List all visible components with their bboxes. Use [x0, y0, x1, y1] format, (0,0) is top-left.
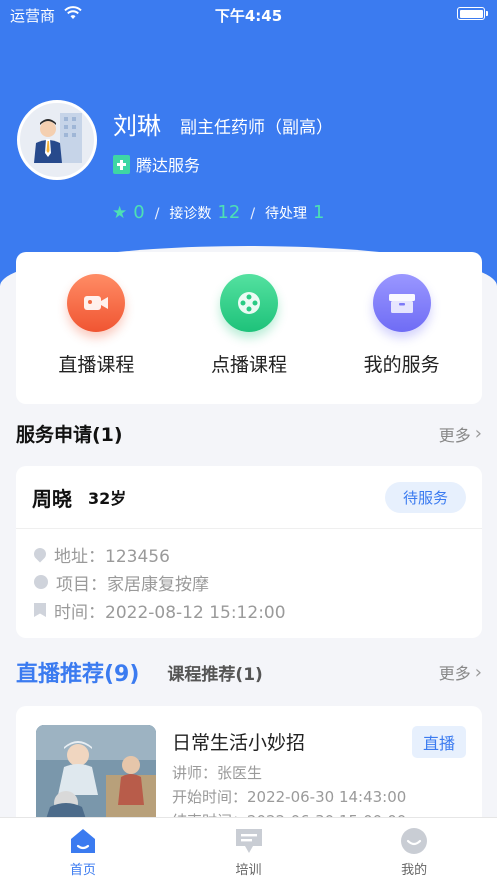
star-icon: ★ — [112, 203, 128, 223]
status-bar: 运营商 下午4:45 — [0, 0, 497, 28]
service-address-row: 地址：123456 — [16, 540, 482, 568]
quick-action-label: 直播课程 — [58, 354, 135, 376]
tab-label: 我的 — [401, 863, 428, 878]
quick-action-vod-course[interactable]: 点播课程 — [174, 252, 324, 404]
service-item-row: 项目：家居康复按摩 — [16, 568, 482, 596]
doctor-title: 副主任药师（副高） — [180, 118, 333, 138]
course-lecturer: 讲师：张医生 — [172, 764, 263, 782]
tab-course-recommend[interactable]: 课程推荐(1) — [167, 660, 262, 685]
service-item: 项目：家居康复按摩 — [56, 574, 209, 595]
tab-label: 培训 — [235, 863, 262, 878]
quick-action-label: 点播课程 — [210, 354, 287, 376]
clock-icon — [34, 575, 48, 589]
patient-name: 周晓 — [32, 486, 72, 511]
organization-name: 腾达服务 — [136, 156, 201, 175]
more-label: 更多 — [438, 425, 471, 445]
status-badge: 待服务 — [384, 482, 466, 513]
profile-face-icon — [401, 828, 428, 854]
medical-org-icon — [113, 154, 130, 174]
service-request-card[interactable]: 周晓 32岁 待服务 地址：123456 项目：家居康复按摩 时间：2022-0… — [16, 466, 482, 638]
visits-label: 接诊数 — [169, 206, 212, 222]
live-badge: 直播 — [411, 726, 466, 758]
service-section-header: 服务申请(1) 更多 › — [16, 420, 482, 447]
tab-home[interactable]: 首页 — [0, 818, 166, 883]
bottom-tab-bar: 首页 培训 我的 — [0, 817, 497, 883]
training-icon — [235, 829, 262, 853]
battery-icon — [457, 7, 488, 20]
service-section-title: 服务申请(1) — [16, 424, 123, 446]
profile-stats: ★ 0 / 接诊数 12 / 待处理 1 — [112, 202, 325, 223]
service-box-icon — [372, 274, 431, 332]
tab-mine[interactable]: 我的 — [331, 818, 497, 883]
avatar[interactable] — [17, 100, 97, 180]
service-address: 地址：123456 — [54, 546, 170, 567]
course-thumbnail — [36, 725, 156, 825]
doctor-name: 刘琳 — [113, 112, 161, 140]
chevron-right-icon: › — [474, 423, 482, 444]
star-count: 0 — [133, 202, 145, 223]
location-pin-icon — [31, 545, 49, 563]
service-more-link[interactable]: 更多 › — [439, 422, 482, 446]
tab-training[interactable]: 培训 — [166, 818, 332, 883]
organization: 腾达服务 — [113, 152, 200, 176]
service-time: 时间：2022-08-12 15:12:00 — [54, 602, 286, 623]
service-time-row: 时间：2022-08-12 15:12:00 — [16, 596, 482, 624]
clock-time: 下午4:45 — [214, 7, 283, 25]
tab-label: 首页 — [69, 863, 96, 878]
service-card-header: 周晓 32岁 待服务 — [16, 466, 482, 529]
course-start-time: 开始时间：2022-06-30 14:43:00 — [172, 788, 407, 806]
stats-separator: / — [250, 206, 256, 222]
course-title: 日常生活小妙招 — [172, 732, 306, 754]
home-icon — [70, 829, 95, 853]
more-label: 更多 — [438, 664, 471, 683]
stats-separator: / — [154, 206, 160, 222]
doctor-avatar-icon — [34, 113, 82, 163]
quick-action-live-course[interactable]: 直播课程 — [21, 252, 171, 404]
patient-age: 32岁 — [88, 489, 127, 508]
pending-label: 待处理 — [265, 206, 308, 222]
quick-action-my-service[interactable]: 我的服务 — [327, 252, 477, 404]
film-reel-icon — [219, 274, 278, 332]
quick-action-label: 我的服务 — [363, 354, 440, 376]
quick-actions-card: 直播课程 点播课程 我的服务 — [16, 252, 482, 404]
recommend-more-link[interactable]: 更多 › — [439, 660, 482, 684]
visits-count: 12 — [217, 202, 241, 223]
tab-live-recommend[interactable]: 直播推荐(9) — [16, 656, 139, 688]
video-camera-icon — [67, 274, 126, 332]
recommend-tabs: 直播推荐(9) 课程推荐(1) 更多 › — [16, 656, 482, 688]
pending-count: 1 — [313, 202, 325, 223]
bookmark-icon — [34, 603, 46, 617]
chevron-right-icon: › — [474, 661, 482, 683]
